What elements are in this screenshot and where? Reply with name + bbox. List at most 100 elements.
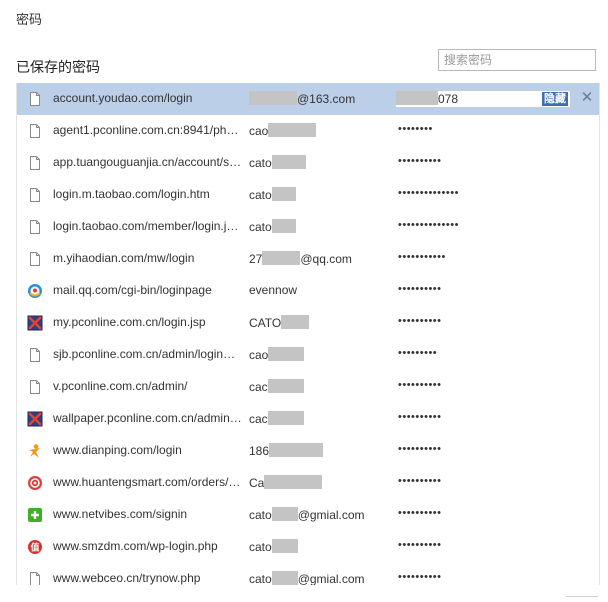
password-row[interactable]: www.netvibes.com/signin cato @gmial.com •••… (17, 499, 599, 531)
password-row[interactable]: login.m.taobao.com/login.htm cato ••••••••… (17, 179, 599, 211)
username: cac (249, 411, 304, 426)
site-url: sjb.pconline.com.cn/admin/login… (53, 347, 236, 361)
masked-password: •••••••••• (398, 315, 442, 327)
redaction-block (271, 187, 296, 201)
smzdm-icon: 值 (27, 539, 43, 555)
username-prefix: cato (249, 220, 272, 234)
site-url: my.pconline.com.cn/login.jsp (53, 315, 206, 329)
page-icon (27, 187, 43, 203)
site-url: www.netvibes.com/signin (53, 507, 188, 521)
huanteng-icon (27, 475, 43, 491)
username-suffix: @qq.com (300, 252, 352, 266)
site-url: www.dianping.com/login (53, 443, 182, 457)
page-title: 密码 (16, 12, 43, 27)
hide-password-button[interactable]: 隐藏 (542, 92, 568, 106)
username-prefix: Ca (249, 476, 265, 490)
page-icon (27, 91, 43, 107)
redaction-block (267, 411, 304, 425)
password-row[interactable]: m.yihaodian.com/mw/login 27 @qq.com •••••••… (17, 243, 599, 275)
username-prefix: CATO (249, 316, 282, 330)
masked-password: •••••••••• (398, 571, 442, 583)
page-icon (27, 219, 43, 235)
site-url: v.pconline.com.cn/admin/ (53, 379, 188, 393)
site-url: agent1.pconline.com.cn:8941/phot… (53, 123, 243, 137)
password-row[interactable]: agent1.pconline.com.cn:8941/phot… cao ••••… (17, 115, 599, 147)
username-prefix: 27 (249, 252, 263, 266)
username: 27 @qq.com (249, 251, 352, 266)
username: cato (249, 155, 306, 170)
username-prefix: cac (249, 380, 268, 394)
username: evennow (249, 283, 297, 297)
redaction-block (396, 91, 438, 105)
redaction-block (249, 91, 297, 105)
redaction-block (269, 443, 324, 457)
masked-password: •••••••• (398, 123, 433, 135)
masked-password: •••••••••• (398, 475, 442, 487)
username-prefix: evennow (249, 283, 298, 297)
site-url: www.huantengsmart.com/orders/… (53, 475, 241, 489)
username: Ca (249, 475, 323, 490)
username: cac (249, 379, 304, 394)
redaction-block (268, 347, 305, 361)
site-url: www.smzdm.com/wp-login.php (53, 539, 218, 553)
scrollbar-corner (566, 596, 598, 602)
pconline-icon (27, 315, 43, 331)
site-url: mail.qq.com/cgi-bin/loginpage (53, 283, 212, 297)
masked-password: ••••••••• (398, 347, 438, 359)
password-row[interactable]: sjb.pconline.com.cn/admin/login… cao •••••… (17, 339, 599, 371)
site-url: www.webceo.cn/trynow.php (53, 571, 201, 585)
username-suffix: @163.com (297, 92, 356, 106)
username: cato (249, 187, 296, 202)
redaction-block (271, 507, 298, 521)
search-input[interactable] (438, 49, 596, 71)
username-suffix: @gmial.com (297, 572, 365, 585)
password-row[interactable]: www.dianping.com/login 186 •••••••••• (17, 435, 599, 467)
username-prefix: 186 (249, 444, 270, 458)
page-icon (27, 571, 43, 585)
username-prefix: cato (249, 572, 272, 585)
site-url: account.youdao.com/login (53, 91, 193, 105)
password-row[interactable]: www.webceo.cn/trynow.php cato @gmial.com ••… (17, 563, 599, 585)
masked-password: ••••••••••• (398, 251, 446, 263)
password-row[interactable]: wallpaper.pconline.com.cn/admin… cac •••••… (17, 403, 599, 435)
username-prefix: cac (249, 412, 268, 426)
redaction-block (281, 315, 310, 329)
remove-entry-close-icon[interactable]: ✕ (580, 90, 594, 105)
password-row[interactable]: www.huantengsmart.com/orders/… Ca ••••••••… (17, 467, 599, 499)
username-suffix: @gmial.com (297, 508, 365, 522)
site-url: app.tuangouguanjia.cn/account/si… (53, 155, 243, 169)
redaction-block (271, 539, 298, 553)
masked-password: •••••••••• (398, 443, 442, 455)
username: @163.com (249, 91, 355, 106)
username: cao (249, 347, 305, 362)
password-row[interactable]: account.youdao.com/login @163.com 078 隐藏 ✕ (17, 83, 599, 115)
password-field[interactable]: 078 隐藏 (395, 90, 571, 108)
svg-text:值: 值 (30, 542, 39, 554)
page-icon (27, 379, 43, 395)
password-row[interactable]: v.pconline.com.cn/admin/cac •••••••••• (17, 371, 599, 403)
page-icon (27, 347, 43, 363)
netvibes-icon (27, 507, 43, 523)
password-list[interactable]: account.youdao.com/login @163.com 078 隐藏 ✕ ag… (16, 83, 600, 585)
site-url: wallpaper.pconline.com.cn/admin… (53, 411, 242, 425)
qq-mail-icon (27, 283, 43, 299)
password-row[interactable]: login.taobao.com/member/login.j… cato ••••… (17, 211, 599, 243)
password-row[interactable]: 值 www.smzdm.com/wp-login.php cato •••••••••… (17, 531, 599, 563)
site-url: login.m.taobao.com/login.htm (53, 187, 210, 201)
username: 186 (249, 443, 324, 458)
username: cao (249, 123, 317, 138)
password-row[interactable]: my.pconline.com.cn/login.jsp CATO ••••••••… (17, 307, 599, 339)
redaction-block (271, 571, 298, 585)
username: CATO (249, 315, 310, 330)
password-row[interactable]: app.tuangouguanjia.cn/account/si… cato •••… (17, 147, 599, 179)
masked-password: •••••••••• (398, 411, 442, 423)
redaction-block (264, 475, 323, 489)
password-text: 078 (438, 92, 459, 106)
redaction-block (271, 155, 306, 169)
redaction-block (267, 379, 304, 393)
redaction-block (262, 251, 301, 265)
password-row[interactable]: mail.qq.com/cgi-bin/loginpage evennow ••••… (17, 275, 599, 307)
pconline-icon (27, 411, 43, 427)
section-title: 已保存的密码 (16, 59, 100, 75)
masked-password: •••••••••••••• (398, 219, 459, 231)
